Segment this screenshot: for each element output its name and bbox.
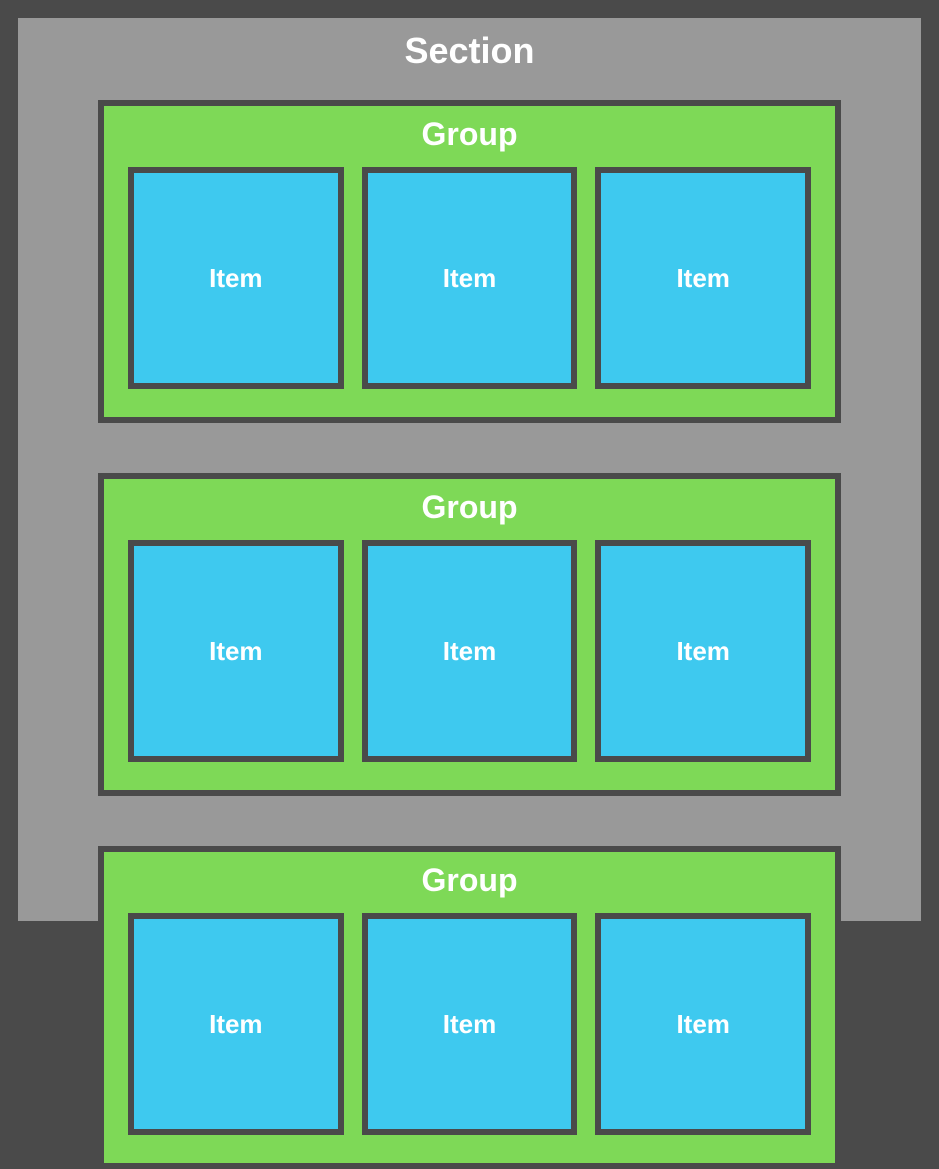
group-title: Group (104, 862, 835, 899)
item-label: Item (443, 636, 496, 667)
items-row: Item Item Item (104, 913, 835, 1135)
item-label: Item (443, 263, 496, 294)
item-box: Item (595, 540, 811, 762)
item-box: Item (128, 167, 344, 389)
item-box: Item (362, 167, 578, 389)
group-title: Group (104, 116, 835, 153)
group-box: Group Item Item Item (98, 473, 841, 796)
item-label: Item (209, 1009, 262, 1040)
item-box: Item (595, 913, 811, 1135)
section-container: Section Group Item Item Item Group Item (18, 18, 921, 921)
item-box: Item (362, 540, 578, 762)
item-label: Item (209, 636, 262, 667)
group-title: Group (104, 489, 835, 526)
section-title: Section (18, 30, 921, 72)
item-box: Item (362, 913, 578, 1135)
item-box: Item (128, 913, 344, 1135)
item-box: Item (128, 540, 344, 762)
group-box: Group Item Item Item (98, 846, 841, 1169)
groups-container: Group Item Item Item Group Item (18, 100, 921, 1169)
group-box: Group Item Item Item (98, 100, 841, 423)
item-label: Item (676, 263, 729, 294)
item-box: Item (595, 167, 811, 389)
item-label: Item (676, 1009, 729, 1040)
item-label: Item (443, 1009, 496, 1040)
items-row: Item Item Item (104, 540, 835, 762)
item-label: Item (676, 636, 729, 667)
item-label: Item (209, 263, 262, 294)
items-row: Item Item Item (104, 167, 835, 389)
